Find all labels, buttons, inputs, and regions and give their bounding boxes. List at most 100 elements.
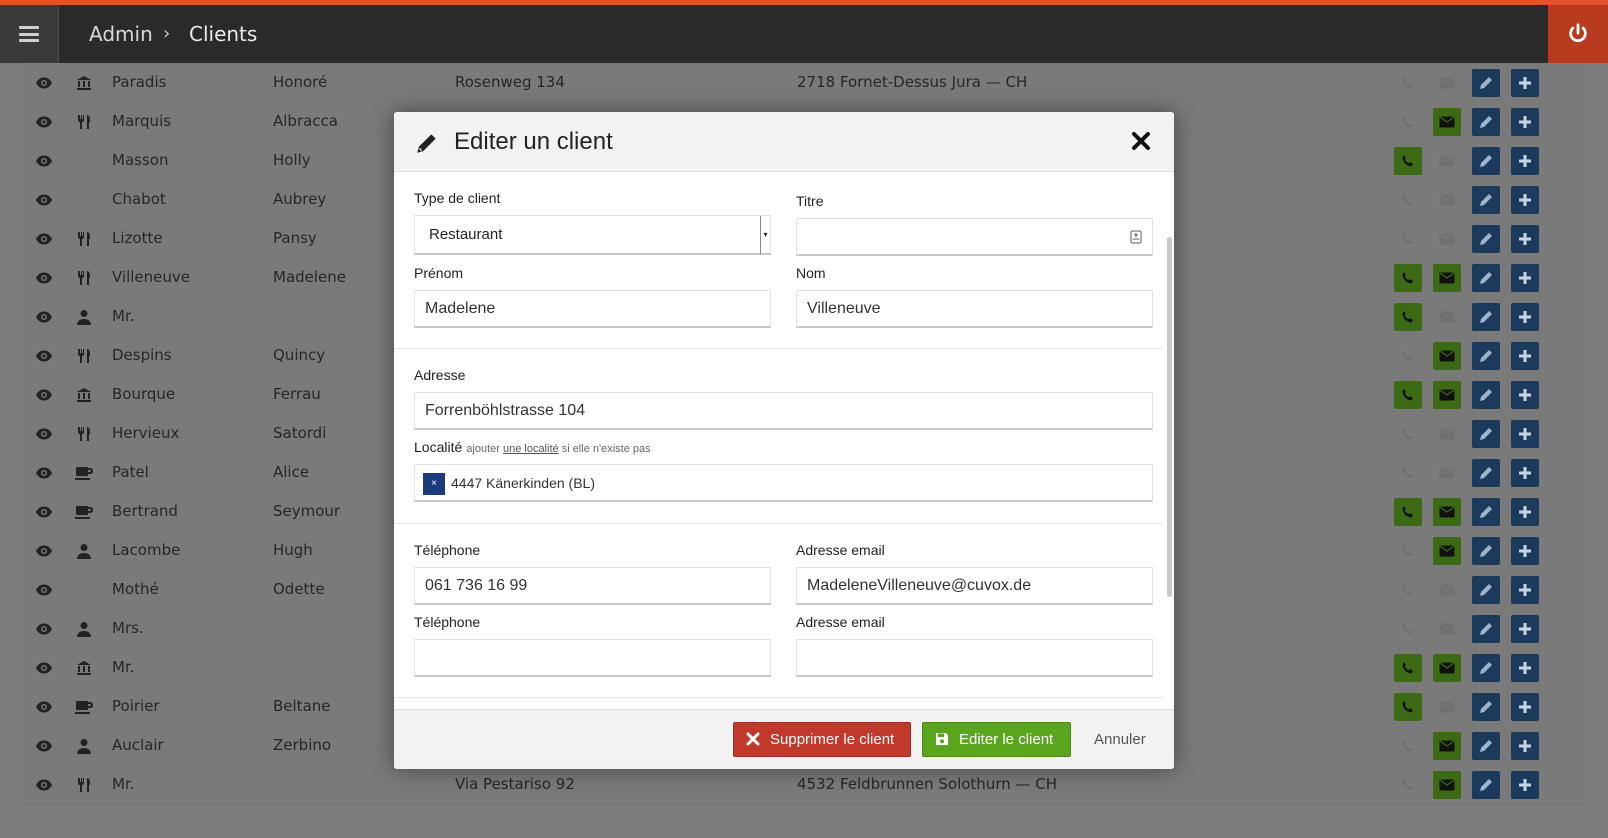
phone-button[interactable] [1394, 420, 1422, 448]
add-button[interactable] [1511, 342, 1539, 370]
phone-button[interactable] [1394, 147, 1422, 175]
edit-client-button[interactable] [1472, 693, 1500, 721]
add-button[interactable] [1511, 69, 1539, 97]
logout-button[interactable] [1548, 5, 1608, 63]
phone-button[interactable] [1394, 498, 1422, 526]
email-button[interactable] [1433, 654, 1461, 682]
email-button[interactable] [1433, 69, 1461, 97]
edit-client-button[interactable] [1472, 147, 1500, 175]
email-button[interactable] [1433, 381, 1461, 409]
edit-client-button[interactable] [1472, 498, 1500, 526]
view-eye-icon[interactable] [34, 219, 54, 258]
add-button[interactable] [1511, 420, 1539, 448]
phone-button[interactable] [1394, 186, 1422, 214]
phone-button[interactable] [1394, 693, 1422, 721]
modal-scrollbar[interactable] [1167, 237, 1172, 597]
prenom-field[interactable]: Madelene [414, 290, 771, 328]
save-client-button[interactable]: Editer le client [922, 722, 1071, 757]
email-button[interactable] [1433, 498, 1461, 526]
add-button[interactable] [1511, 771, 1539, 799]
add-button[interactable] [1511, 537, 1539, 565]
close-icon[interactable] [1130, 130, 1152, 152]
add-button[interactable] [1511, 615, 1539, 643]
remove-localite-button[interactable]: × [423, 473, 445, 495]
edit-client-button[interactable] [1472, 537, 1500, 565]
email-button[interactable] [1433, 732, 1461, 760]
adresse-field[interactable]: Forrenböhlstrasse 104 [414, 392, 1153, 430]
view-eye-icon[interactable] [34, 492, 54, 531]
edit-client-button[interactable] [1472, 225, 1500, 253]
edit-client-button[interactable] [1472, 303, 1500, 331]
view-eye-icon[interactable] [34, 102, 54, 141]
email-button[interactable] [1433, 459, 1461, 487]
phone-button[interactable] [1394, 69, 1422, 97]
view-eye-icon[interactable] [34, 531, 54, 570]
view-eye-icon[interactable] [34, 648, 54, 687]
email-button[interactable] [1433, 771, 1461, 799]
view-eye-icon[interactable] [34, 609, 54, 648]
edit-client-button[interactable] [1472, 615, 1500, 643]
phone-button[interactable] [1394, 108, 1422, 136]
view-eye-icon[interactable] [34, 765, 54, 804]
titre-field[interactable] [796, 218, 1153, 256]
view-eye-icon[interactable] [34, 375, 54, 414]
email-button[interactable] [1433, 264, 1461, 292]
view-eye-icon[interactable] [34, 141, 54, 180]
telephone-field[interactable]: 061 736 16 99 [414, 567, 771, 605]
add-button[interactable] [1511, 303, 1539, 331]
edit-client-button[interactable] [1472, 576, 1500, 604]
view-eye-icon[interactable] [34, 726, 54, 765]
nom-field[interactable]: Villeneuve [796, 290, 1153, 328]
edit-client-button[interactable] [1472, 654, 1500, 682]
add-button[interactable] [1511, 459, 1539, 487]
email-button[interactable] [1433, 225, 1461, 253]
phone-button[interactable] [1394, 342, 1422, 370]
phone-button[interactable] [1394, 654, 1422, 682]
edit-client-button[interactable] [1472, 381, 1500, 409]
edit-client-button[interactable] [1472, 420, 1500, 448]
email-button[interactable] [1433, 420, 1461, 448]
add-button[interactable] [1511, 693, 1539, 721]
type-select[interactable]: Restaurant ▾ [414, 215, 771, 255]
edit-client-button[interactable] [1472, 342, 1500, 370]
view-eye-icon[interactable] [34, 414, 54, 453]
email-button[interactable] [1433, 576, 1461, 604]
phone-button[interactable] [1394, 576, 1422, 604]
add-button[interactable] [1511, 264, 1539, 292]
edit-client-button[interactable] [1472, 459, 1500, 487]
view-eye-icon[interactable] [34, 336, 54, 375]
localite-field[interactable]: × 4447 Känerkinden (BL) [414, 464, 1153, 502]
add-localite-link[interactable]: une localité [503, 443, 559, 455]
view-eye-icon[interactable] [34, 687, 54, 726]
add-button[interactable] [1511, 225, 1539, 253]
breadcrumb-admin[interactable]: Admin [89, 5, 153, 63]
view-eye-icon[interactable] [34, 453, 54, 492]
add-button[interactable] [1511, 654, 1539, 682]
edit-client-button[interactable] [1472, 264, 1500, 292]
phone-button[interactable] [1394, 615, 1422, 643]
add-button[interactable] [1511, 576, 1539, 604]
phone-button[interactable] [1394, 225, 1422, 253]
phone-button[interactable] [1394, 732, 1422, 760]
add-button[interactable] [1511, 732, 1539, 760]
telephone-2-field[interactable] [414, 639, 771, 677]
edit-client-button[interactable] [1472, 732, 1500, 760]
view-eye-icon[interactable] [34, 63, 54, 102]
email-button[interactable] [1433, 342, 1461, 370]
email-button[interactable] [1433, 537, 1461, 565]
add-button[interactable] [1511, 147, 1539, 175]
menu-button[interactable] [0, 5, 59, 63]
email-2-field[interactable] [796, 639, 1153, 677]
email-button[interactable] [1433, 147, 1461, 175]
add-button[interactable] [1511, 108, 1539, 136]
edit-client-button[interactable] [1472, 108, 1500, 136]
email-button[interactable] [1433, 303, 1461, 331]
add-button[interactable] [1511, 381, 1539, 409]
phone-button[interactable] [1394, 459, 1422, 487]
cancel-button[interactable]: Annuler [1094, 722, 1146, 757]
edit-client-button[interactable] [1472, 771, 1500, 799]
add-button[interactable] [1511, 498, 1539, 526]
edit-client-button[interactable] [1472, 69, 1500, 97]
view-eye-icon[interactable] [34, 258, 54, 297]
email-field[interactable]: MadeleneVilleneuve@cuvox.de [796, 567, 1153, 605]
